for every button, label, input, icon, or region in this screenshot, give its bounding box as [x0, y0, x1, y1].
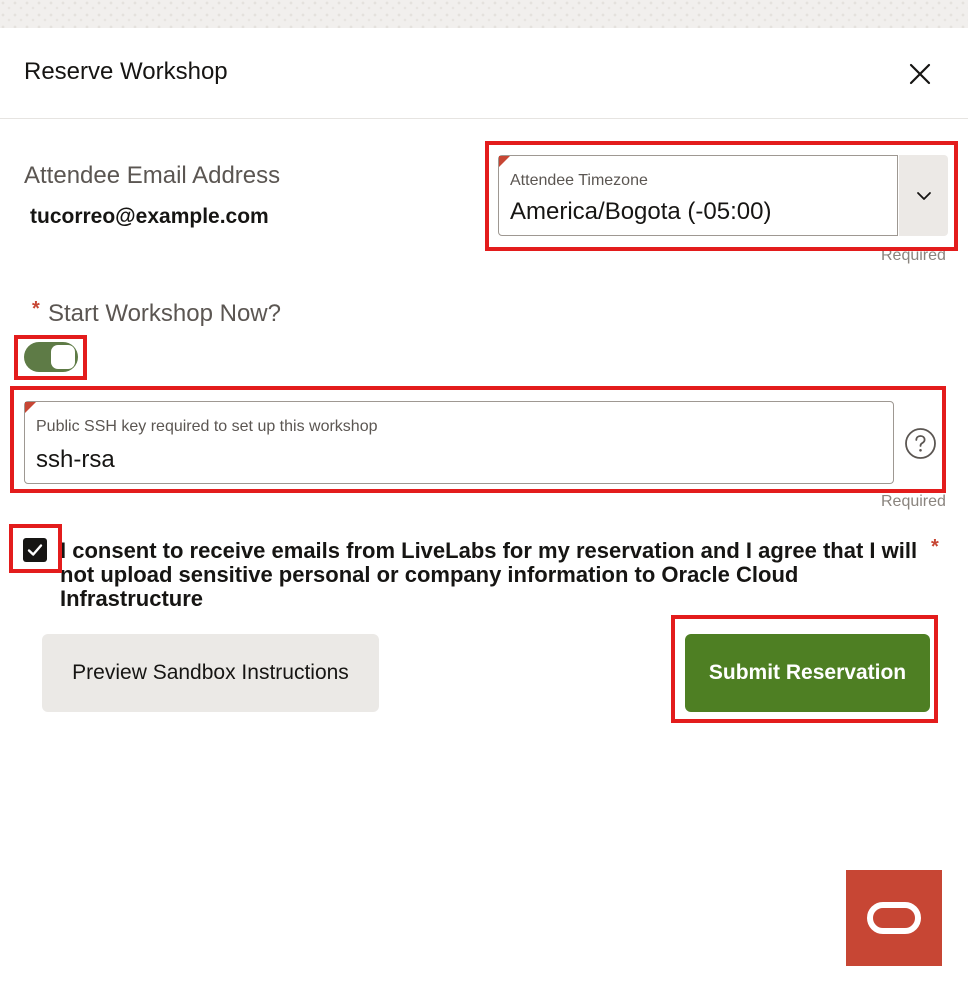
dialog-title: Reserve Workshop	[24, 58, 228, 85]
consent-checkbox[interactable]	[23, 538, 47, 562]
timezone-select[interactable]: Attendee Timezone America/Bogota (-05:00…	[498, 155, 898, 236]
attendee-email-label: Attendee Email Address	[24, 162, 281, 189]
start-workshop-toggle[interactable]	[24, 342, 78, 372]
consent-required-asterisk: *	[931, 536, 939, 558]
close-button[interactable]	[902, 56, 938, 92]
timezone-value: America/Bogota (-05:00)	[510, 198, 772, 225]
required-indicator	[499, 156, 510, 167]
ssh-key-input[interactable]: Public SSH key required to set up this w…	[24, 401, 894, 484]
ssh-key-label: Public SSH key required to set up this w…	[36, 418, 378, 435]
timezone-label: Attendee Timezone	[510, 172, 648, 189]
page-background-strip	[0, 0, 968, 28]
dialog-header: Reserve Workshop	[0, 28, 968, 119]
check-icon	[27, 544, 43, 556]
oracle-logo-button[interactable]	[846, 870, 942, 966]
consent-label: I consent to receive emails from LiveLab…	[60, 538, 918, 611]
ssh-key-required-text: Required	[881, 493, 946, 510]
timezone-required-text: Required	[881, 247, 946, 264]
start-workshop-label: Start Workshop Now?	[48, 300, 281, 327]
help-button[interactable]	[904, 427, 937, 460]
required-asterisk: *	[32, 298, 40, 320]
help-circle-icon	[905, 428, 936, 459]
attendee-email-value: tucorreo@example.com	[30, 205, 269, 228]
chevron-down-icon	[916, 191, 931, 200]
timezone-dropdown-button[interactable]	[899, 155, 948, 236]
oracle-logo-icon	[867, 902, 921, 934]
submit-reservation-button[interactable]: Submit Reservation	[685, 634, 930, 712]
preview-sandbox-instructions-button[interactable]: Preview Sandbox Instructions	[42, 634, 379, 712]
close-icon	[909, 63, 931, 85]
required-indicator	[25, 402, 36, 413]
toggle-knob	[51, 345, 75, 369]
ssh-key-value: ssh-rsa	[36, 446, 115, 473]
